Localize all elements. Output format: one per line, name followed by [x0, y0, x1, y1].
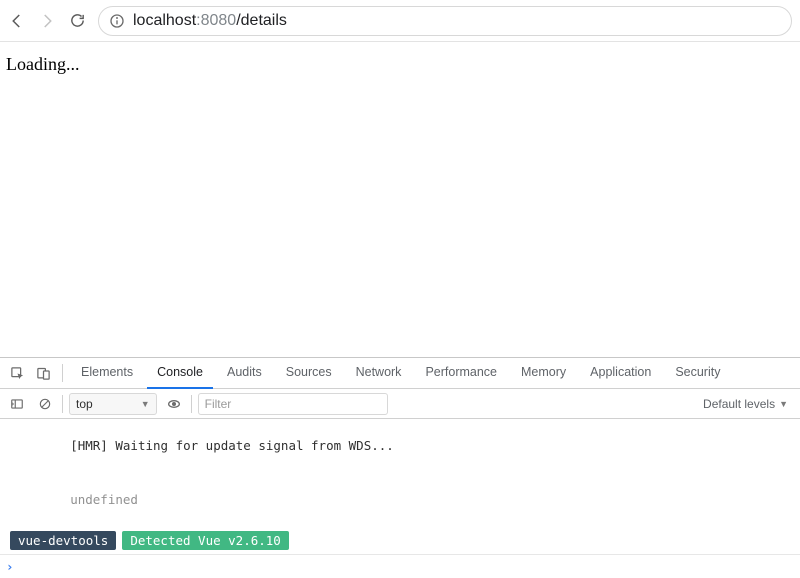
- context-label: top: [76, 397, 93, 411]
- console-output: [HMR] Waiting for update signal from WDS…: [0, 419, 800, 578]
- filter-input[interactable]: [198, 393, 388, 415]
- console-toolbar: top ▼ Default levels ▼: [0, 389, 800, 419]
- reload-icon[interactable]: [68, 12, 86, 30]
- url-host: localhost: [133, 12, 196, 29]
- log-row: [HMR] Waiting for update signal from WDS…: [0, 419, 800, 473]
- separator: [62, 364, 63, 382]
- log-message: [HMR] Waiting for update signal from WDS…: [55, 438, 394, 453]
- console-prompt[interactable]: ›: [0, 554, 800, 578]
- device-toggle-icon[interactable]: [32, 362, 54, 384]
- tab-security[interactable]: Security: [665, 358, 730, 389]
- separator: [191, 395, 192, 413]
- forward-icon: [38, 12, 56, 30]
- tab-audits[interactable]: Audits: [217, 358, 272, 389]
- browser-toolbar: localhost:8080/details: [0, 0, 800, 42]
- devtools-tabbar: Elements Console Audits Sources Network …: [0, 358, 800, 389]
- tab-network[interactable]: Network: [346, 358, 412, 389]
- url-text: localhost:8080/details: [133, 12, 287, 30]
- devtools-panel: Elements Console Audits Sources Network …: [0, 357, 800, 578]
- loading-text: Loading...: [6, 54, 80, 74]
- console-sidebar-toggle-icon[interactable]: [6, 393, 28, 415]
- tab-memory[interactable]: Memory: [511, 358, 576, 389]
- site-info-icon[interactable]: [109, 13, 125, 29]
- context-selector[interactable]: top ▼: [69, 393, 157, 415]
- tab-application[interactable]: Application: [580, 358, 661, 389]
- levels-label: Default levels: [703, 397, 775, 411]
- tab-performance[interactable]: Performance: [415, 358, 507, 389]
- separator: [62, 395, 63, 413]
- page-viewport: Loading...: [0, 42, 800, 357]
- url-path: /details: [236, 12, 287, 29]
- tab-console[interactable]: Console: [147, 358, 213, 389]
- log-row: vue-devtools Detected Vue v2.6.10: [0, 527, 800, 554]
- log-levels-selector[interactable]: Default levels ▼: [703, 397, 794, 411]
- live-expression-icon[interactable]: [163, 393, 185, 415]
- vue-devtools-badge: vue-devtools: [10, 531, 116, 550]
- chevron-down-icon: ▼: [141, 399, 150, 409]
- back-icon[interactable]: [8, 12, 26, 30]
- vue-detected-badge: Detected Vue v2.6.10: [122, 531, 289, 550]
- url-port: :8080: [196, 12, 236, 29]
- address-bar[interactable]: localhost:8080/details: [98, 6, 792, 36]
- inspect-icon[interactable]: [6, 362, 28, 384]
- tab-elements[interactable]: Elements: [71, 358, 143, 389]
- clear-console-icon[interactable]: [34, 393, 56, 415]
- prompt-caret-icon: ›: [6, 559, 14, 574]
- log-row: undefined: [0, 473, 800, 527]
- tab-sources[interactable]: Sources: [276, 358, 342, 389]
- log-undefined: undefined: [55, 492, 138, 507]
- chevron-down-icon: ▼: [779, 399, 788, 409]
